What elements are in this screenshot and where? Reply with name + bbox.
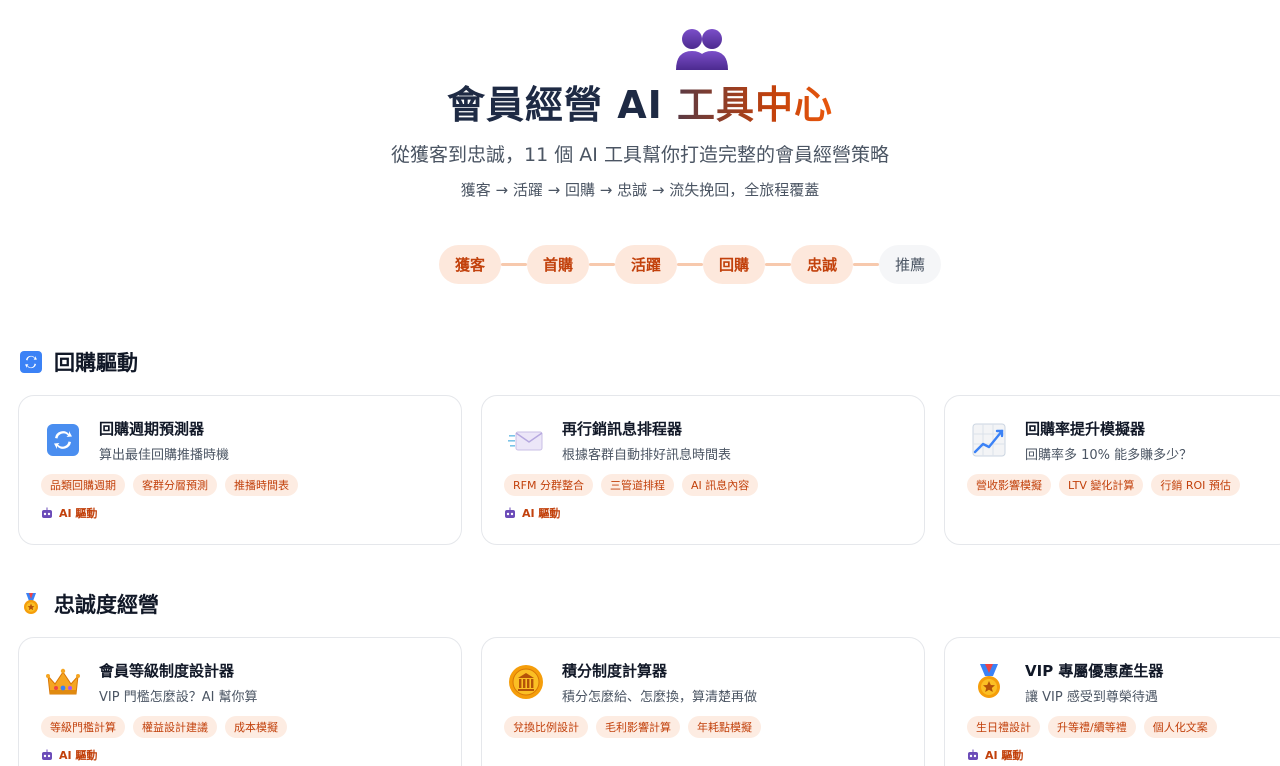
tag: 毛利影響計算 (596, 716, 680, 738)
medal-icon (978, 664, 1000, 698)
ai-badge: AI 驅動 (41, 747, 97, 763)
card-description: VIP 門檻怎麼設？AI 幫你算 (99, 690, 258, 705)
ai-badge-label: AI 驅動 (59, 749, 98, 762)
card-tags: 生日禮設計 升等禮/續等禮 個人化文案 (967, 716, 1217, 738)
tag: 生日禮設計 (967, 716, 1040, 738)
card-description: 積分怎麼給、怎麼換，算清楚再做 (562, 690, 758, 705)
card-title: 積分制度計算器 (562, 662, 668, 680)
title-main: 會員經營 AI (446, 83, 677, 127)
tool-card-repurchase-simulator[interactable]: 回購率提升模擬器 回購率多 10% 能多賺多少？ 營收影響模擬 LTV 變化計算… (944, 395, 1280, 545)
card-tags: 營收影響模擬 LTV 變化計算 行銷 ROI 預估 (967, 474, 1240, 496)
tag: AI 訊息內容 (681, 474, 759, 496)
robot-icon (968, 749, 978, 760)
journey-steps: 獲客 首購 活躍 回購 忠誠 推薦 (439, 245, 942, 284)
chart-increasing-icon (972, 423, 1006, 457)
card-title: 會員等級制度設計器 (99, 662, 235, 680)
journey-flow-text: 獲客 → 活躍 → 回購 → 忠誠 → 流失挽回，全旅程覆蓋 (460, 181, 820, 199)
tag: 客群分層預測 (133, 474, 217, 496)
ai-badge: AI 驅動 (504, 505, 560, 521)
envelope-icon (508, 431, 543, 451)
tag: 權益設計建議 (133, 716, 217, 738)
tag: 推播時間表 (225, 474, 298, 496)
journey-step-active[interactable]: 活躍 (615, 245, 678, 284)
card-title: 再行銷訊息排程器 (562, 420, 683, 438)
journey-step-referral[interactable]: 推薦 (879, 245, 942, 284)
tag: 年耗點模擬 (688, 716, 761, 738)
tool-card-remarketing-scheduler[interactable]: 再行銷訊息排程器 根據客群自動排好訊息時間表 RFM 分群整合 三管道排程 AI… (481, 395, 925, 545)
section-title-text: 回購驅動 (54, 351, 138, 375)
title-accent: 工具中心 (677, 83, 834, 127)
tag: 個人化文案 (1143, 716, 1217, 738)
tag: 品類回購週期 (41, 474, 125, 496)
ai-badge: AI 驅動 (967, 747, 1023, 763)
coin-icon (509, 665, 543, 699)
tag: RFM 分群整合 (504, 474, 593, 496)
step-connector (677, 263, 704, 266)
step-connector (501, 263, 528, 266)
card-description: 回購率多 10% 能多賺多少？ (1025, 448, 1193, 463)
tool-card-vip-offer-generator[interactable]: VIP 專屬優惠產生器 讓 VIP 感受到尊榮待遇 生日禮設計 升等禮/續等禮 … (944, 637, 1280, 766)
page-title: 會員經營 AI 工具中心 (0, 80, 1280, 130)
repeat-arrows-icon (47, 424, 79, 456)
card-title: 回購率提升模擬器 (1025, 420, 1146, 438)
tool-card-repurchase-cycle[interactable]: 回購週期預測器 算出最佳回購推播時機 品類回購週期 客群分層預測 推播時間表 A… (18, 395, 462, 545)
card-description: 讓 VIP 感受到尊榮待遇 (1025, 690, 1158, 705)
tag: 兌換比例設計 (504, 716, 588, 738)
crown-icon (46, 668, 80, 695)
journey-step-loyalty[interactable]: 忠誠 (791, 245, 854, 284)
robot-icon (505, 507, 515, 518)
tag: 行銷 ROI 預估 (1151, 474, 1240, 496)
section-title-text: 忠誠度經營 (54, 593, 159, 617)
medal-icon (24, 593, 38, 614)
journey-step-first-purchase[interactable]: 首購 (527, 245, 590, 284)
tag: 營收影響模擬 (967, 474, 1051, 496)
card-tags: 品類回購週期 客群分層預測 推播時間表 (41, 474, 298, 496)
ai-badge-label: AI 驅動 (985, 749, 1024, 762)
journey-step-repurchase[interactable]: 回購 (703, 245, 766, 284)
tool-card-membership-tier-designer[interactable]: 會員等級制度設計器 VIP 門檻怎麼設？AI 幫你算 等級門檻計算 權益設計建議… (18, 637, 462, 766)
ai-badge-label: AI 驅動 (59, 507, 98, 520)
tag: 成本模擬 (225, 716, 287, 738)
step-connector (853, 263, 880, 266)
card-title: VIP 專屬優惠產生器 (1025, 662, 1164, 680)
card-tags: 兌換比例設計 毛利影響計算 年耗點模擬 (504, 716, 761, 738)
section-title-repurchase: 回購驅動 (20, 347, 138, 377)
card-description: 算出最佳回購推播時機 (99, 448, 230, 463)
section-title-loyalty: 忠誠度經營 (20, 589, 159, 619)
card-tags: RFM 分群整合 三管道排程 AI 訊息內容 (504, 474, 759, 496)
robot-icon (42, 507, 52, 518)
card-title: 回購週期預測器 (99, 420, 205, 438)
repeat-arrows-icon (20, 351, 42, 373)
step-connector (765, 263, 792, 266)
tag: 三管道排程 (600, 474, 674, 496)
ai-badge: AI 驅動 (41, 505, 97, 521)
busts-in-silhouette-icon (676, 29, 728, 70)
card-description: 根據客群自動排好訊息時間表 (562, 448, 732, 463)
tag: LTV 變化計算 (1059, 474, 1144, 496)
ai-badge-label: AI 驅動 (522, 507, 561, 520)
step-connector (589, 263, 616, 266)
tag: 等級門檻計算 (41, 716, 125, 738)
tool-card-points-calculator[interactable]: 積分制度計算器 積分怎麼給、怎麼換，算清楚再做 兌換比例設計 毛利影響計算 年耗… (481, 637, 925, 766)
robot-icon (42, 749, 52, 760)
tag: 升等禮/續等禮 (1048, 716, 1136, 738)
page-subtitle: 從獲客到忠誠，11 個 AI 工具幫你打造完整的會員經營策略 (391, 144, 889, 166)
journey-step-acquire[interactable]: 獲客 (439, 245, 502, 284)
card-tags: 等級門檻計算 權益設計建議 成本模擬 (41, 716, 287, 738)
